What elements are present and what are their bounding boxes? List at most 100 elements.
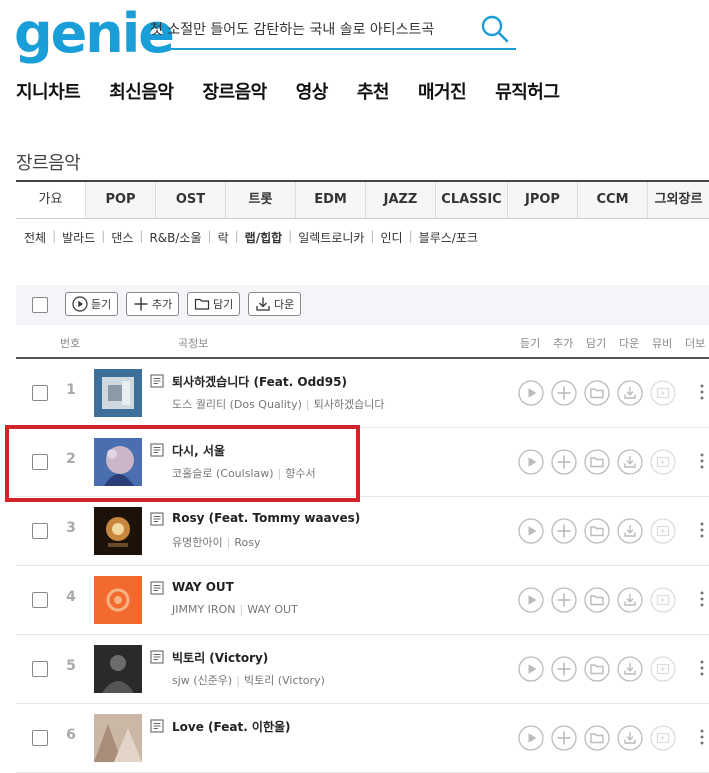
lyrics-icon[interactable] xyxy=(150,581,164,595)
play-icon[interactable] xyxy=(518,587,544,613)
row-checkbox[interactable] xyxy=(32,385,48,401)
more-icon[interactable] xyxy=(699,382,705,402)
download-button[interactable]: 다운 xyxy=(248,292,302,316)
song-title[interactable]: Love (Feat. 이한울) xyxy=(172,718,291,735)
more-icon[interactable] xyxy=(699,589,705,609)
download-icon[interactable] xyxy=(617,725,643,751)
select-all-checkbox[interactable] xyxy=(32,297,48,313)
plus-icon[interactable] xyxy=(551,656,577,682)
folder-icon[interactable] xyxy=(584,518,610,544)
song-album[interactable]: 향수서 xyxy=(285,467,315,480)
download-icon[interactable] xyxy=(617,449,643,475)
download-icon[interactable] xyxy=(617,518,643,544)
nav-item-genre[interactable]: 장르음악 xyxy=(203,78,268,104)
lyrics-icon[interactable] xyxy=(150,512,164,526)
subgenre-rnb[interactable]: R&B/소울 xyxy=(143,229,207,246)
album-art[interactable] xyxy=(94,507,142,555)
plus-icon[interactable] xyxy=(551,380,577,406)
subgenre-rock[interactable]: 락 xyxy=(212,229,235,246)
nav-item-musichug[interactable]: 뮤직허그 xyxy=(495,78,560,104)
keep-button[interactable]: 담기 xyxy=(187,292,241,316)
nav-item-magazine[interactable]: 매거진 xyxy=(418,78,467,104)
folder-icon[interactable] xyxy=(584,656,610,682)
song-artist[interactable]: JIMMY IRON xyxy=(172,603,235,616)
tab-ost[interactable]: OST xyxy=(156,182,226,218)
video-icon[interactable] xyxy=(650,380,676,406)
album-art[interactable] xyxy=(94,438,142,486)
album-art[interactable] xyxy=(94,714,142,762)
folder-icon[interactable] xyxy=(584,449,610,475)
table-row[interactable]: 4 WAY OUT JIMMY IRON | WAY OUT xyxy=(16,565,709,635)
lyrics-icon[interactable] xyxy=(150,650,164,664)
nav-item-latest[interactable]: 최신음악 xyxy=(109,78,174,104)
more-icon[interactable] xyxy=(699,520,705,540)
song-title[interactable]: 빅토리 (Victory) xyxy=(172,649,268,666)
song-artist[interactable]: 도스 퀄리티 (Dos Quality) xyxy=(172,398,302,411)
lyrics-icon[interactable] xyxy=(150,374,164,388)
listen-button[interactable]: 듣기 xyxy=(65,292,119,316)
video-icon[interactable] xyxy=(650,518,676,544)
row-checkbox[interactable] xyxy=(32,454,48,470)
nav-item-video[interactable]: 영상 xyxy=(296,78,329,104)
more-icon[interactable] xyxy=(699,658,705,678)
song-artist[interactable]: 코홀슬로 (Coulslaw) xyxy=(172,467,274,480)
song-artist[interactable]: 유명한아이 xyxy=(172,536,223,549)
song-album[interactable]: WAY OUT xyxy=(247,603,298,616)
subgenre-indie[interactable]: 인디 xyxy=(375,229,409,246)
video-icon[interactable] xyxy=(650,656,676,682)
plus-icon[interactable] xyxy=(551,518,577,544)
video-icon[interactable] xyxy=(650,587,676,613)
tab-jazz[interactable]: JAZZ xyxy=(366,182,436,218)
subgenre-blues-folk[interactable]: 블루스/포크 xyxy=(413,229,484,246)
nav-item-chart[interactable]: 지니차트 xyxy=(16,78,81,104)
plus-icon[interactable] xyxy=(551,449,577,475)
song-title[interactable]: 다시, 서울 xyxy=(172,442,225,459)
play-icon[interactable] xyxy=(518,449,544,475)
lyrics-icon[interactable] xyxy=(150,719,164,733)
table-row[interactable]: 6 Love (Feat. 이한울) xyxy=(16,703,709,773)
more-icon[interactable] xyxy=(699,727,705,747)
row-checkbox[interactable] xyxy=(32,592,48,608)
song-title[interactable]: 퇴사하겠습니다 (Feat. Odd95) xyxy=(172,373,347,390)
lyrics-icon[interactable] xyxy=(150,443,164,457)
album-art[interactable] xyxy=(94,576,142,624)
folder-icon[interactable] xyxy=(584,587,610,613)
subgenre-all[interactable]: 전체 xyxy=(22,229,52,246)
table-row[interactable]: 1 퇴사하겠습니다 (Feat. Odd95) 도스 퀄리티 (Dos Qual… xyxy=(16,358,709,428)
plus-icon[interactable] xyxy=(551,587,577,613)
table-row[interactable]: 3 Rosy (Feat. Tommy waaves) 유명한아이 | Rosy xyxy=(16,496,709,566)
add-button[interactable]: 추가 xyxy=(126,292,180,316)
search-input[interactable] xyxy=(150,16,470,42)
play-icon[interactable] xyxy=(518,656,544,682)
song-artist[interactable]: sjw (신준우) xyxy=(172,674,232,687)
more-icon[interactable] xyxy=(699,451,705,471)
song-title[interactable]: Rosy (Feat. Tommy waaves) xyxy=(172,511,360,525)
plus-icon[interactable] xyxy=(551,725,577,751)
play-icon[interactable] xyxy=(518,380,544,406)
subgenre-ballad[interactable]: 발라드 xyxy=(56,229,101,246)
tab-kpop[interactable]: 가요 xyxy=(16,182,86,218)
nav-item-recommend[interactable]: 추천 xyxy=(357,78,390,104)
row-checkbox[interactable] xyxy=(32,523,48,539)
tab-pop[interactable]: POP xyxy=(86,182,156,218)
tab-ccm[interactable]: CCM xyxy=(578,182,648,218)
song-title[interactable]: WAY OUT xyxy=(172,580,234,594)
tab-edm[interactable]: EDM xyxy=(296,182,366,218)
tab-jpop[interactable]: JPOP xyxy=(508,182,578,218)
table-row[interactable]: 2 다시, 서울 코홀슬로 (Coulslaw) | 향수서 xyxy=(16,427,709,497)
song-album[interactable]: 빅토리 (Victory) xyxy=(244,674,325,687)
download-icon[interactable] xyxy=(617,380,643,406)
folder-icon[interactable] xyxy=(584,380,610,406)
tab-trot[interactable]: 트롯 xyxy=(226,182,296,218)
tab-classic[interactable]: CLASSIC xyxy=(436,182,508,218)
tab-others[interactable]: 그외장르 xyxy=(648,182,709,218)
play-icon[interactable] xyxy=(518,518,544,544)
download-icon[interactable] xyxy=(617,587,643,613)
video-icon[interactable] xyxy=(650,449,676,475)
download-icon[interactable] xyxy=(617,656,643,682)
row-checkbox[interactable] xyxy=(32,661,48,677)
album-art[interactable] xyxy=(94,645,142,693)
video-icon[interactable] xyxy=(650,725,676,751)
table-row[interactable]: 5 빅토리 (Victory) sjw (신준우) | 빅토리 (Victory) xyxy=(16,634,709,704)
subgenre-electronica[interactable]: 일렉트로니카 xyxy=(292,229,370,246)
